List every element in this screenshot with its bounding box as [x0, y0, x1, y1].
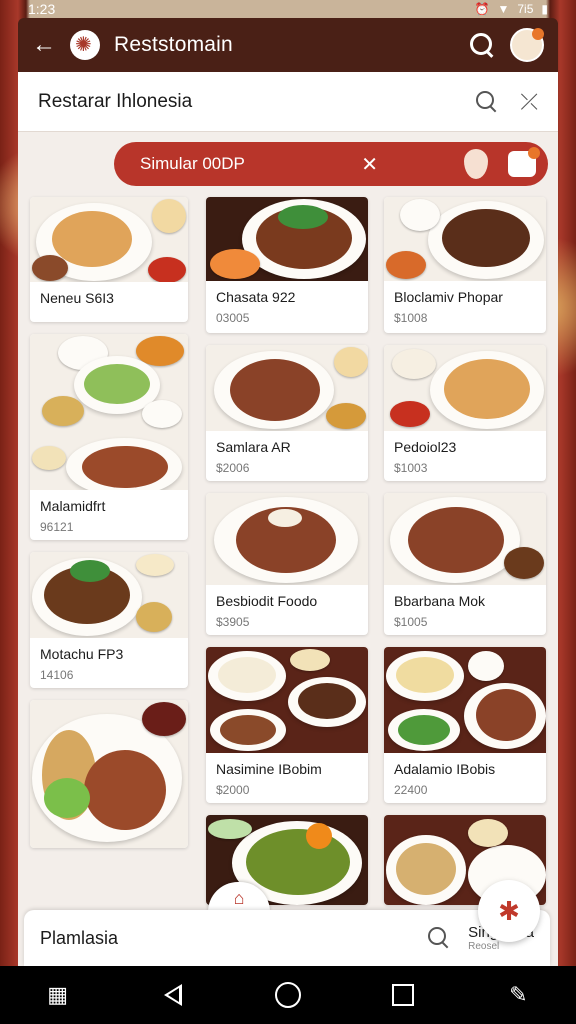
app-bar: ← Reststomain	[18, 18, 558, 72]
main-panel: Restarar Ihlonesia ⤫ Simular 00DP ✕ Nene…	[18, 72, 558, 967]
cart-icon[interactable]	[508, 147, 540, 177]
food-price: 96121	[40, 520, 74, 534]
food-card[interactable]: Adalamio IBobis 22400	[384, 647, 546, 803]
food-photo	[384, 647, 546, 753]
food-name: Samlara AR	[216, 439, 291, 455]
food-photo	[30, 552, 188, 638]
food-name: Adalamio IBobis	[394, 761, 496, 777]
food-card[interactable]: Nasimine IBobim $2000	[206, 647, 368, 803]
alarm-icon: ⏰	[474, 2, 490, 16]
food-price: 14106	[40, 668, 74, 682]
food-card[interactable]: Chasata 922 03005	[206, 197, 368, 333]
back-arrow-icon[interactable]: ←	[32, 31, 56, 59]
search-icon[interactable]	[468, 31, 496, 59]
back-nav-button[interactable]	[158, 980, 188, 1010]
battery-label: 7i5	[517, 2, 534, 16]
filter-chip-label: Simular 00DP	[140, 154, 245, 173]
food-price: $2000	[216, 783, 250, 797]
filter-chip[interactable]: Simular 00DP ✕	[114, 142, 548, 186]
app-title: Reststomain	[114, 33, 233, 56]
food-name: Besbiodit Foodo	[216, 593, 318, 609]
status-time: 1:23	[28, 1, 56, 17]
edit-icon[interactable]: ✎	[503, 980, 533, 1010]
food-card[interactable]: Neneu S6I3	[30, 197, 188, 322]
system-nav-bar: ▦ ✎	[0, 966, 576, 1024]
food-photo	[206, 647, 368, 753]
location-subtitle: Reosel	[468, 941, 500, 952]
favorite-fab-button[interactable]: ✱	[478, 880, 540, 942]
food-photo	[206, 345, 368, 431]
food-card[interactable]: Malamidfrt 96121	[30, 334, 188, 540]
food-name: Nasimine IBobim	[216, 761, 322, 777]
recents-nav-button[interactable]	[388, 980, 418, 1010]
home-nav-button[interactable]	[273, 980, 303, 1010]
search-icon[interactable]	[428, 927, 450, 949]
battery-icon: ▮	[541, 2, 548, 16]
food-name: Bloclamiv Phopar	[394, 289, 503, 305]
food-photo	[206, 493, 368, 585]
food-photo	[384, 197, 546, 281]
food-card[interactable]: Motachu FP3 14106	[30, 552, 188, 688]
food-name: Bbarbana Mok	[394, 593, 486, 609]
search-query[interactable]: Restarar Ihlonesia	[38, 91, 454, 113]
food-photo	[384, 493, 546, 585]
food-photo	[206, 197, 368, 281]
location-pin-icon	[464, 149, 488, 179]
food-card[interactable]: Besbiodit Foodo $3905	[206, 493, 368, 635]
food-photo	[30, 197, 188, 282]
avatar[interactable]	[510, 28, 544, 62]
restaurant-logo-icon	[70, 30, 100, 60]
close-icon[interactable]: ✕	[361, 152, 378, 177]
food-price: $2006	[216, 461, 250, 475]
food-photo	[30, 700, 188, 848]
scanner-icon[interactable]: ▦	[43, 980, 73, 1010]
food-name: Motachu FP3	[40, 646, 124, 662]
search-icon[interactable]	[476, 90, 498, 113]
food-name: Neneu S6I3	[40, 290, 114, 306]
food-price: $3905	[216, 615, 250, 629]
food-card[interactable]: Bloclamiv Phopar $1008	[384, 197, 546, 333]
food-card[interactable]: Pedoiol23 $1003	[384, 345, 546, 481]
search-bar[interactable]: Restarar Ihlonesia ⤫	[18, 72, 558, 132]
food-photo	[30, 334, 188, 490]
star-icon: ✱	[498, 895, 520, 926]
bottom-bar-label[interactable]: Plamlasia	[40, 928, 406, 949]
food-photo	[384, 345, 546, 431]
food-card[interactable]: Samlara AR $2006	[206, 345, 368, 481]
food-price: $1003	[394, 461, 428, 475]
food-price: $1008	[394, 311, 428, 325]
food-price: 22400	[394, 783, 428, 797]
food-card[interactable]	[30, 700, 188, 848]
bottom-bar: Plamlasia Singcaola Reosel	[24, 910, 550, 966]
food-card[interactable]: Bbarbana Mok $1005	[384, 493, 546, 635]
food-name: Pedoiol23	[394, 439, 457, 455]
food-name: Chasata 922	[216, 289, 296, 305]
food-price: 03005	[216, 311, 250, 325]
food-price: $1005	[394, 615, 428, 629]
clear-icon[interactable]: ⤫	[520, 89, 538, 115]
status-bar: 1:23 ⏰ ▼ 7i5 ▮	[0, 0, 576, 18]
food-name: Malamidfrt	[40, 498, 106, 514]
wifi-icon: ▼	[497, 2, 510, 16]
